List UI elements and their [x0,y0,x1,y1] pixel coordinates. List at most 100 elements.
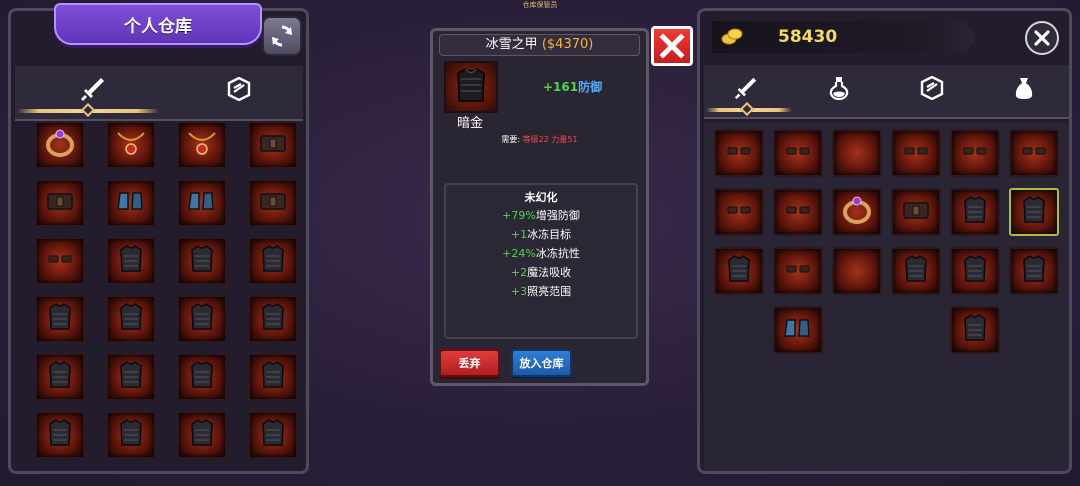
close-icon [659,33,685,59]
item-slot[interactable] [773,188,823,236]
armor-icon [43,416,77,454]
item-slot[interactable] [950,247,1000,295]
boots-icon [185,185,219,221]
item-slot[interactable] [1009,247,1059,295]
gloves-icon [781,135,815,171]
item-slot[interactable] [35,295,85,343]
close-panel-button[interactable] [1025,21,1059,55]
item-slot[interactable] [106,121,156,169]
belt-icon [256,185,290,221]
tab-armor[interactable] [912,71,952,105]
tab-bag[interactable] [1004,71,1044,105]
item-slot[interactable] [106,179,156,227]
armor-icon [114,300,148,338]
item-slot[interactable] [714,188,764,236]
item-slot[interactable] [832,247,882,295]
boots-icon [114,185,148,221]
item-slot[interactable] [891,188,941,236]
refresh-button[interactable] [262,16,302,56]
gold-coin-icon [721,28,743,45]
item-slot[interactable] [950,129,1000,177]
discard-button[interactable]: 丢弃 [439,349,500,377]
armor-icon [958,193,992,231]
item-slot[interactable] [891,129,941,177]
affix-label: 照亮范围 [527,285,572,298]
item-slot[interactable] [106,411,156,459]
armor-icon [256,416,290,454]
item-slot[interactable] [832,188,882,236]
armor-icon [256,242,290,280]
item-slot[interactable] [177,121,227,169]
item-slot[interactable] [177,179,227,227]
gold-display: 58430 [712,21,976,53]
item-slot[interactable] [177,237,227,285]
close-tooltip-button[interactable] [651,26,693,66]
amulet-icon [114,127,148,163]
item-slot[interactable] [1009,188,1059,236]
affix-value: +2 [510,266,528,279]
armor-icon [185,242,219,280]
gloves-icon [781,253,815,289]
item-slot[interactable] [248,411,298,459]
item-slot[interactable] [177,411,227,459]
item-slot[interactable] [177,353,227,401]
item-tooltip: 冰雪之甲 ($4370) +161防御 暗金 需要: 等级22 力量51 未幻化… [430,28,649,386]
item-slot[interactable] [248,353,298,401]
boots-icon [781,312,815,348]
item-slot[interactable] [950,188,1000,236]
item-grade: 暗金 [457,116,484,131]
tab-potion[interactable] [819,71,859,105]
item-slot[interactable] [1009,129,1059,177]
affix-label: 冰冻抗性 [535,247,580,260]
item-slot[interactable] [714,129,764,177]
item-slot[interactable] [35,179,85,227]
belt-icon [43,185,77,221]
item-name: 冰雪之甲 [485,37,538,52]
item-slot[interactable] [950,306,1000,354]
item-slot[interactable] [248,179,298,227]
affix-value: +79% [502,209,536,222]
armor-icon [256,358,290,396]
affix-box: 未幻化 +79%增强防御 +1冰冻目标 +24%冰冻抗性 +2魔法吸收 +3照亮… [444,183,638,339]
armor-icon [114,242,148,280]
tab-armor[interactable] [219,72,259,106]
item-slot[interactable] [35,121,85,169]
inventory-panel: 58430 [697,8,1072,474]
storage-title: 个人仓库 [54,3,262,45]
item-slot[interactable] [106,353,156,401]
armor-icon [722,252,756,290]
item-slot[interactable] [106,295,156,343]
item-slot[interactable] [773,247,823,295]
armor-icon [185,300,219,338]
affix-line: +2魔法吸收 [446,264,636,280]
item-slot[interactable] [714,247,764,295]
tab-weapon[interactable] [726,71,766,105]
ring-icon [840,194,874,230]
item-slot[interactable] [35,411,85,459]
tab-weapon[interactable] [73,72,113,106]
item-slot[interactable] [106,237,156,285]
item-slot[interactable] [35,237,85,285]
item-slot[interactable] [773,129,823,177]
item-slot[interactable] [832,129,882,177]
item-slot[interactable] [35,353,85,401]
gold-amount: 58430 [778,27,838,47]
defense-value: +161 [543,80,579,94]
item-slot[interactable] [248,295,298,343]
storage-tab-bar [15,66,303,121]
armor-icon [185,358,219,396]
requirement-prefix: 需要: [501,135,521,144]
item-slot[interactable] [177,295,227,343]
item-name-bar: 冰雪之甲 ($4370) [439,34,640,56]
item-slot[interactable] [248,121,298,169]
armor-icon [43,358,77,396]
potion-icon [829,77,849,100]
item-slot[interactable] [891,247,941,295]
armor-icon [43,300,77,338]
gloves-icon [958,135,992,171]
gloves-icon [781,194,815,230]
item-slot[interactable] [248,237,298,285]
item-portrait [444,61,498,113]
store-button[interactable]: 放入仓库 [511,349,572,377]
item-slot[interactable] [773,306,823,354]
